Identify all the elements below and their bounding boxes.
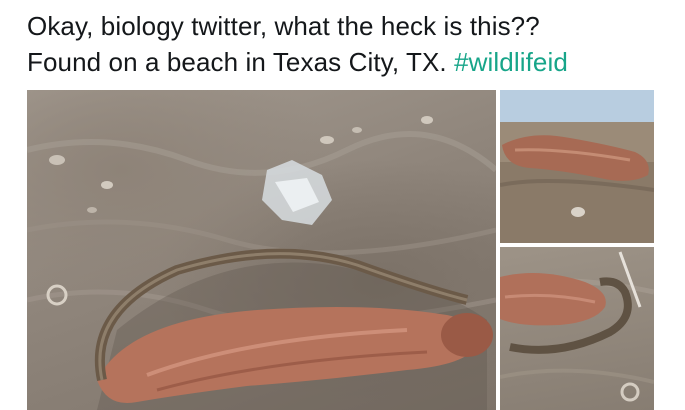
photo-wide-view-image (500, 90, 654, 243)
photo-side-view-image (500, 251, 654, 402)
photo-main[interactable] (27, 90, 496, 410)
photo-side-view[interactable] (500, 247, 654, 410)
tweet-text-line-1: Okay, biology twitter, what the heck is … (27, 11, 540, 41)
hashtag-link[interactable]: #wildlifeid (454, 47, 568, 77)
media-grid (27, 90, 654, 410)
tweet-text: Okay, biology twitter, what the heck is … (27, 8, 677, 80)
photo-main-image (27, 116, 496, 410)
tweet: Okay, biology twitter, what the heck is … (0, 0, 685, 410)
photo-wide-view[interactable] (500, 90, 654, 243)
tweet-text-line-2: Found on a beach in Texas City, TX. #wil… (27, 44, 677, 80)
tweet-text-line-2-body: Found on a beach in Texas City, TX. (27, 47, 455, 77)
